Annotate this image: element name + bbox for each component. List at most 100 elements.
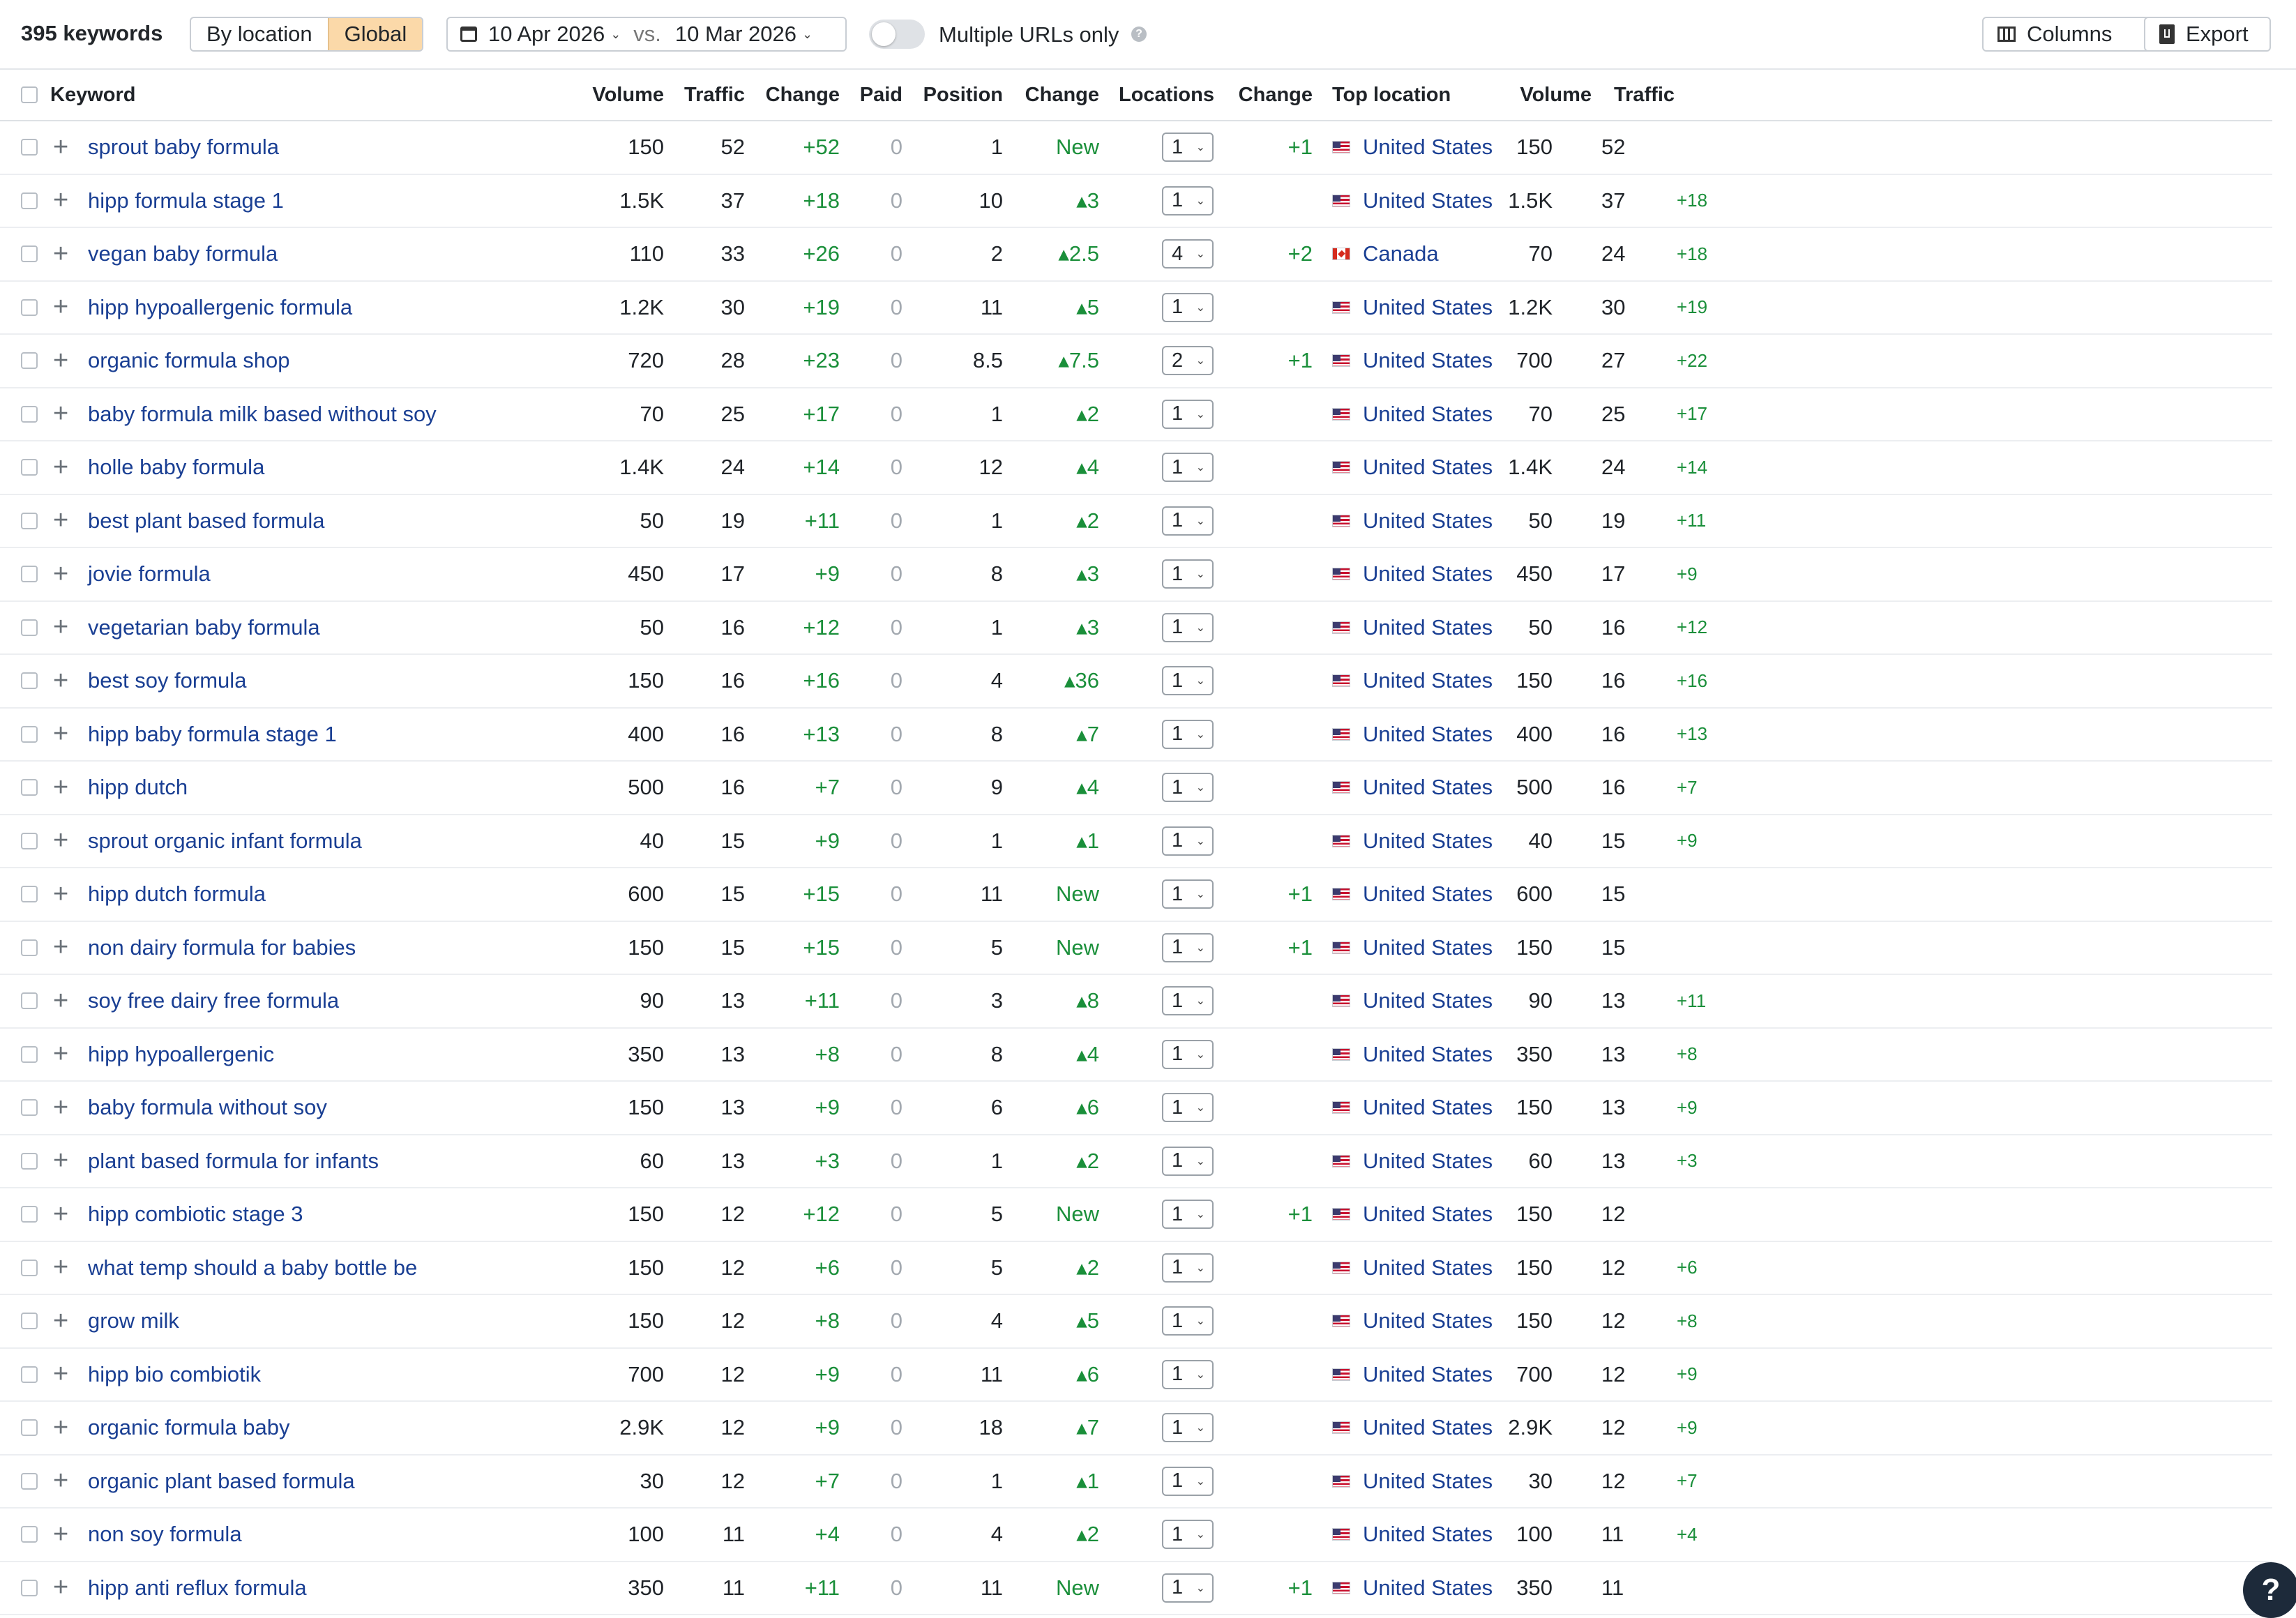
top-location-link[interactable]: Canada [1363,241,1439,266]
locations-dropdown[interactable]: 1 ⌄ [1162,986,1214,1016]
add-keyword-icon[interactable]: + [53,922,74,974]
top-location-link[interactable]: United States [1363,668,1493,693]
col-paid[interactable]: Paid [840,70,902,120]
keyword-link[interactable]: hipp dutch formula [88,868,266,921]
locations-dropdown[interactable]: 2 ⌄ [1162,346,1214,376]
col-locations[interactable]: Locations [1119,70,1223,120]
row-checkbox[interactable] [21,922,40,974]
locations-dropdown[interactable]: 1 ⌄ [1162,1466,1214,1496]
top-location-link[interactable]: United States [1363,1042,1493,1067]
add-keyword-icon[interactable]: + [53,1509,74,1561]
locations-dropdown[interactable]: 1 ⌄ [1162,773,1214,803]
segment-by-location[interactable]: By location [191,18,328,50]
row-checkbox[interactable] [21,709,40,761]
locations-dropdown[interactable]: 1 ⌄ [1162,719,1214,749]
add-keyword-icon[interactable]: + [53,709,74,761]
keyword-link[interactable]: plant based formula for infants [88,1135,379,1188]
add-keyword-icon[interactable]: + [53,121,74,174]
row-checkbox[interactable] [21,1188,40,1241]
add-keyword-icon[interactable]: + [53,762,74,814]
locations-dropdown[interactable]: 1 ⌄ [1162,932,1214,962]
row-checkbox[interactable] [21,495,40,547]
add-keyword-icon[interactable]: + [53,441,74,494]
top-location-link[interactable]: United States [1363,1095,1493,1120]
row-checkbox[interactable] [21,441,40,494]
top-location-link[interactable]: United States [1363,775,1493,800]
locations-dropdown[interactable]: 1 ⌄ [1162,506,1214,536]
locations-dropdown[interactable]: 1 ⌄ [1162,612,1214,642]
locations-dropdown[interactable]: 1 ⌄ [1162,292,1214,322]
add-keyword-icon[interactable]: + [53,602,74,654]
row-checkbox[interactable] [21,602,40,654]
row-checkbox[interactable] [21,548,40,600]
keyword-link[interactable]: holle baby formula [88,441,264,494]
add-keyword-icon[interactable]: + [53,1242,74,1294]
top-location-link[interactable]: United States [1363,561,1493,587]
add-keyword-icon[interactable]: + [53,495,74,547]
add-keyword-icon[interactable]: + [53,1562,74,1615]
top-location-link[interactable]: United States [1363,295,1493,320]
keyword-link[interactable]: hipp formula stage 1 [88,175,284,227]
add-keyword-icon[interactable]: + [53,282,74,334]
keyword-link[interactable]: baby formula milk based without soy [88,388,437,441]
add-keyword-icon[interactable]: + [53,975,74,1027]
add-keyword-icon[interactable]: + [53,1082,74,1134]
keyword-link[interactable]: hipp baby formula stage 1 [88,709,337,761]
locations-dropdown[interactable]: 1 ⌄ [1162,1359,1214,1389]
add-keyword-icon[interactable]: + [53,335,74,387]
keyword-link[interactable]: what temp should a baby bottle be [88,1242,417,1294]
row-checkbox[interactable] [21,228,40,280]
row-checkbox[interactable] [21,1456,40,1508]
top-location-link[interactable]: United States [1363,1362,1493,1387]
add-keyword-icon[interactable]: + [53,1349,74,1401]
top-location-link[interactable]: United States [1363,1415,1493,1440]
date-range-picker[interactable]: 10 Apr 2026 ⌄ vs. 10 Mar 2026 ⌄ [446,17,847,52]
locations-dropdown[interactable]: 1 ⌄ [1162,559,1214,589]
locations-dropdown[interactable]: 1 ⌄ [1162,826,1214,856]
add-keyword-icon[interactable]: + [53,1188,74,1241]
row-checkbox[interactable] [21,1562,40,1615]
keyword-link[interactable]: hipp hypoallergenic [88,1029,274,1081]
col-traffic[interactable]: Traffic [664,70,745,120]
keyword-link[interactable]: baby formula without soy [88,1082,327,1134]
top-location-link[interactable]: United States [1363,882,1493,907]
add-keyword-icon[interactable]: + [53,548,74,600]
locations-dropdown[interactable]: 1 ⌄ [1162,1253,1214,1283]
top-location-link[interactable]: United States [1363,1308,1493,1333]
locations-dropdown[interactable]: 1 ⌄ [1162,186,1214,216]
top-location-link[interactable]: United States [1363,1575,1493,1601]
add-keyword-icon[interactable]: + [53,228,74,280]
locations-dropdown[interactable]: 4 ⌄ [1162,239,1214,269]
keyword-link[interactable]: non dairy formula for babies [88,922,356,974]
keyword-link[interactable]: organic plant based formula [88,1456,355,1508]
col-position[interactable]: Position [902,70,1003,120]
row-checkbox[interactable] [21,868,40,921]
add-keyword-icon[interactable]: + [53,815,74,868]
add-keyword-icon[interactable]: + [53,1135,74,1188]
row-checkbox[interactable] [21,1402,40,1454]
top-location-link[interactable]: United States [1363,455,1493,480]
add-keyword-icon[interactable]: + [53,175,74,227]
keyword-link[interactable]: hipp combiotic stage 3 [88,1188,303,1241]
segment-global[interactable]: Global [327,18,423,50]
add-keyword-icon[interactable]: + [53,1295,74,1347]
row-checkbox[interactable] [21,1082,40,1134]
keyword-link[interactable]: jovie formula [88,548,211,600]
locations-dropdown[interactable]: 1 ⌄ [1162,879,1214,909]
help-button[interactable]: ? [2243,1562,2296,1618]
top-location-link[interactable]: United States [1363,1149,1493,1174]
top-location-link[interactable]: United States [1363,1522,1493,1547]
keyword-link[interactable]: hipp anti reflux formula [88,1562,307,1615]
row-checkbox[interactable] [21,121,40,174]
top-location-link[interactable]: United States [1363,935,1493,960]
keyword-link[interactable]: non soy formula [88,1509,242,1561]
col-volume[interactable]: Volume [530,70,664,120]
add-keyword-icon[interactable]: + [53,868,74,921]
add-keyword-icon[interactable]: + [53,1029,74,1081]
locations-dropdown[interactable]: 1 ⌄ [1162,399,1214,429]
add-keyword-icon[interactable]: + [53,388,74,441]
top-location-link[interactable]: United States [1363,722,1493,747]
row-checkbox[interactable] [21,815,40,868]
locations-dropdown[interactable]: 1 ⌄ [1162,666,1214,696]
keyword-link[interactable]: organic formula baby [88,1402,290,1454]
